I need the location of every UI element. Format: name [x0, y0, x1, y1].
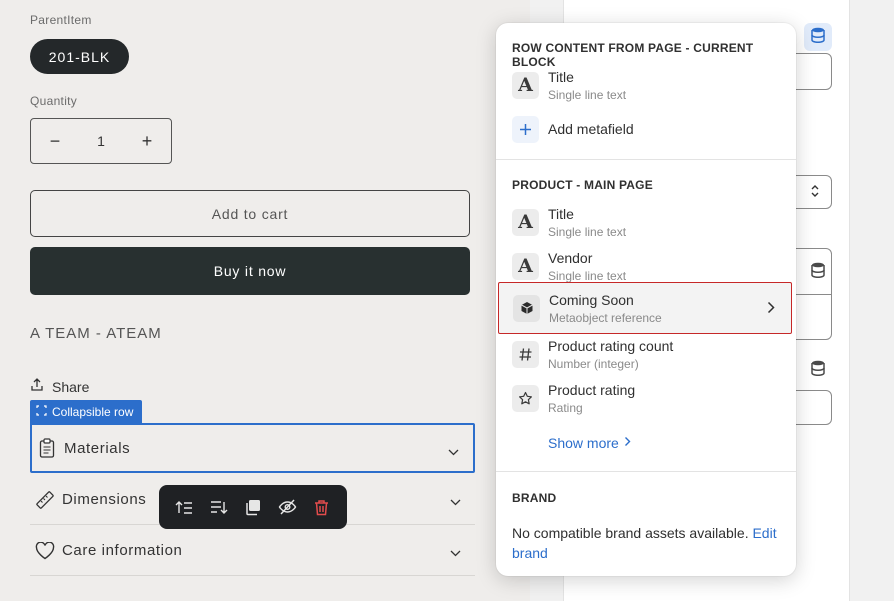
hide-icon[interactable]	[276, 496, 298, 518]
edit-brand-link[interactable]: Edit	[752, 525, 776, 541]
brand-message: No compatible brand assets available. Ed…	[512, 523, 782, 563]
row-label: Dimensions	[62, 491, 147, 508]
buy-now-button[interactable]: Buy it now	[30, 247, 470, 295]
database-icon	[811, 27, 825, 48]
collapsible-row-tag-label: Collapsible row	[52, 404, 134, 419]
decrease-quantity-button[interactable]: −	[47, 131, 63, 152]
show-more-label: Show more	[548, 435, 619, 451]
source-item-subtitle: Single line text	[548, 268, 627, 283]
delete-icon[interactable]	[311, 496, 333, 518]
add-metafield-button[interactable]: Add metafield	[498, 104, 792, 154]
source-item-title: Title	[548, 68, 574, 85]
source-item-title: Product rating count	[548, 337, 674, 354]
source-item-title: Title	[548, 205, 574, 222]
text-a-icon: A	[512, 71, 539, 99]
chevron-right-icon	[767, 301, 775, 319]
collapsible-row-materials[interactable]: Materials	[30, 423, 475, 473]
chevron-right-icon	[624, 434, 631, 452]
quantity-label: Quantity	[30, 94, 78, 108]
source-item-coming-soon[interactable]: Coming Soon Metaobject reference	[498, 282, 792, 334]
select-frame-icon	[36, 404, 47, 419]
parent-item-label: ParentItem	[30, 13, 92, 27]
share-icon	[30, 378, 44, 395]
edit-brand-link-2[interactable]: brand	[512, 545, 548, 561]
right-strip	[849, 0, 894, 601]
brand-text: No compatible brand assets available.	[512, 525, 749, 541]
database-icon	[811, 360, 825, 381]
chevron-down-icon	[450, 493, 461, 510]
block-toolbar	[159, 485, 347, 529]
dynamic-source-popover: ROW CONTENT FROM PAGE - CURRENT BLOCK A …	[496, 23, 796, 576]
source-item-subtitle: Number (integer)	[548, 356, 639, 371]
source-item-product-title[interactable]: A Title Single line text	[498, 197, 792, 247]
source-item-subtitle: Rating	[548, 400, 583, 415]
insert-dynamic-source-button-2[interactable]	[804, 258, 832, 286]
database-icon	[811, 262, 825, 283]
heart-icon	[30, 541, 60, 560]
insert-dynamic-source-button[interactable]	[804, 23, 832, 51]
duplicate-icon[interactable]	[242, 496, 264, 518]
source-item-title: Coming Soon	[549, 291, 634, 308]
source-item-title: Vendor	[548, 249, 593, 266]
chevron-down-icon	[450, 544, 461, 561]
source-item-rating-count[interactable]: Product rating count Number (integer)	[498, 329, 792, 379]
source-item-subtitle: Single line text	[548, 87, 627, 102]
star-icon	[512, 384, 539, 412]
increase-quantity-button[interactable]: +	[139, 131, 155, 152]
source-item-subtitle: Metaobject reference	[549, 310, 662, 325]
source-item-title: Product rating	[548, 381, 636, 398]
text-a-icon: A	[512, 208, 539, 236]
add-metafield-label: Add metafield	[548, 121, 634, 137]
move-down-icon[interactable]	[208, 496, 230, 518]
show-more-button[interactable]: Show more	[548, 434, 631, 452]
source-item-rating[interactable]: Product rating Rating	[498, 373, 792, 423]
variant-pill[interactable]: 201-BLK	[30, 39, 129, 74]
row-label: Materials	[64, 439, 131, 457]
move-up-icon[interactable]	[173, 496, 195, 518]
quantity-stepper: − 1 +	[30, 118, 172, 164]
divider	[496, 471, 796, 472]
insert-dynamic-source-button-3[interactable]	[804, 356, 832, 384]
section-title-brand: BRAND	[512, 491, 557, 505]
ruler-icon	[30, 490, 60, 510]
clipboard-icon	[32, 438, 62, 458]
text-a-icon: A	[512, 252, 539, 280]
metaobject-icon	[513, 294, 540, 322]
hash-icon	[512, 340, 539, 368]
source-item-block-title[interactable]: A Title Single line text	[498, 60, 792, 110]
chevron-down-icon	[448, 443, 459, 460]
vendor-text: A TEAM - ATEAM	[30, 325, 162, 342]
collapsible-row-tag: Collapsible row	[30, 400, 143, 423]
divider	[496, 159, 796, 160]
collapsible-row-care[interactable]: Care information	[30, 526, 475, 576]
plus-icon	[512, 115, 539, 143]
add-to-cart-button[interactable]: Add to cart	[30, 190, 470, 237]
section-title-product: PRODUCT - MAIN PAGE	[512, 178, 653, 192]
share-label: Share	[52, 378, 90, 395]
share-button[interactable]: Share	[30, 378, 89, 395]
source-item-subtitle: Single line text	[548, 224, 627, 239]
select-arrows-icon	[811, 184, 819, 203]
quantity-value[interactable]: 1	[97, 133, 105, 149]
row-label: Care information	[62, 542, 183, 559]
storefront-preview: ParentItem 201-BLK Quantity − 1 + Add to…	[0, 0, 530, 601]
